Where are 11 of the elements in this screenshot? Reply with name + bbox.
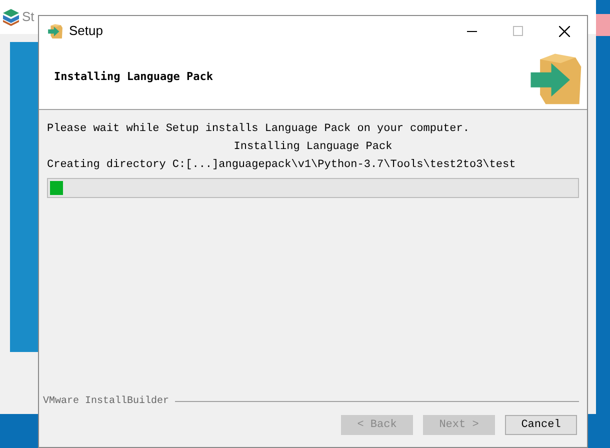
info-text: Please wait while Setup installs Language Pack on your computer. xyxy=(47,122,470,137)
brand-label: VMware InstallBuilder xyxy=(43,394,170,409)
status-text: Installing Language Pack xyxy=(234,140,392,155)
stack-icon xyxy=(2,8,20,26)
detail-text: Creating directory C:[...]anguagepack\v1\Python-3.7\Tools\test2to3\test xyxy=(47,158,517,173)
box-icon xyxy=(47,23,63,39)
window-title: St xyxy=(22,8,34,26)
close-icon xyxy=(558,26,570,36)
page-heading: Installing Language Pack xyxy=(54,69,213,86)
dialog-title: Setup xyxy=(69,22,103,40)
wizard-button[interactable]: Cancel xyxy=(505,415,577,435)
